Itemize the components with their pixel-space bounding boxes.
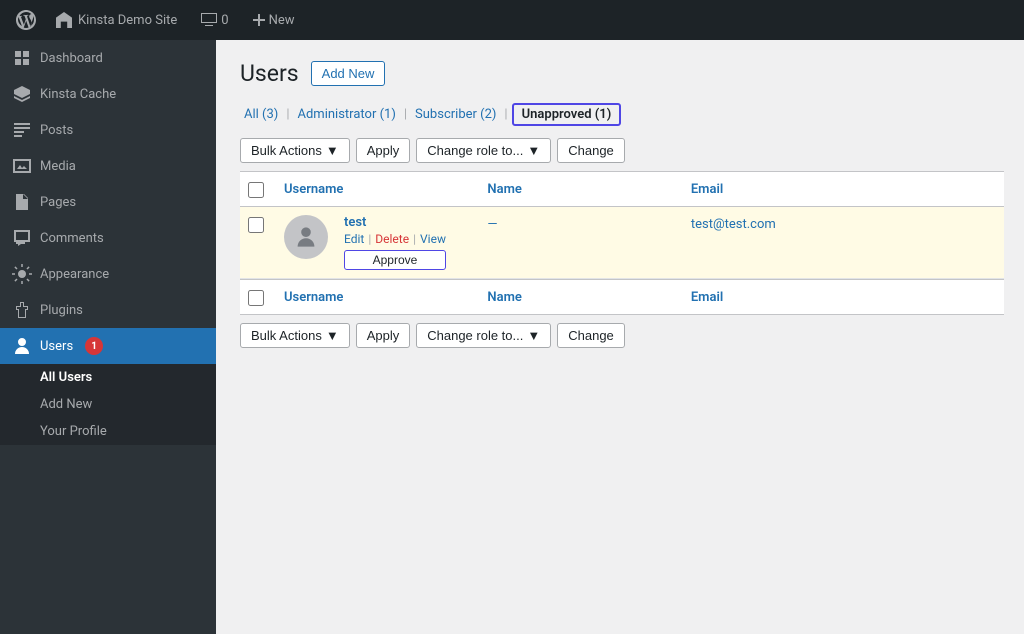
user-name-cell: — [487,215,690,232]
user-username-cell: test Edit | Delete | View Approve [284,215,487,270]
filter-unapproved[interactable]: Unapproved (1) [512,103,622,126]
sidebar-item-appearance[interactable]: Appearance [0,256,216,292]
user-name-label: test [344,215,446,230]
select-all-checkbox-bottom[interactable] [248,290,264,306]
dashboard-icon [12,48,32,68]
sidebar-item-media[interactable]: Media [0,148,216,184]
user-info: test Edit | Delete | View Approve [344,215,446,270]
header-checkbox-cell [248,180,284,198]
sidebar-label-kinsta: Kinsta Cache [40,87,116,102]
sidebar-item-pages[interactable]: Pages [0,184,216,220]
sidebar-label-pages: Pages [40,195,76,210]
admin-bar: Kinsta Demo Site 0 New [0,0,1024,40]
column-footer-username[interactable]: Username [284,290,487,305]
apply-button-top[interactable]: Apply [356,138,411,163]
sidebar-item-kinsta-cache[interactable]: Kinsta Cache [0,76,216,112]
plugins-icon [12,300,32,320]
submenu-all-users[interactable]: All Users [0,364,216,391]
posts-icon [12,120,32,140]
add-new-user-label: Add New [40,397,92,412]
main-content: Users Add New All (3) | Administrator (1… [216,40,1024,634]
page-header: Users Add New [240,60,1004,87]
pages-icon [12,192,32,212]
filter-subscriber[interactable]: Subscriber (2) [411,105,500,124]
column-footer-name: Name [487,290,690,305]
filter-administrator[interactable]: Administrator (1) [294,105,400,124]
row-checkbox[interactable] [248,217,264,233]
all-users-label: All Users [40,370,92,385]
change-role-dropdown[interactable]: Change role to... ▼ [416,138,551,163]
comments-count-label: 0 [221,13,228,28]
filter-all[interactable]: All (3) [240,105,282,124]
top-toolbar: Bulk Actions ▼ Apply Change role to... ▼… [240,138,1004,163]
page-title: Users [240,60,299,87]
sidebar-label-plugins: Plugins [40,303,83,318]
kinsta-icon [12,84,32,104]
approve-button[interactable]: Approve [344,250,446,270]
adminbar-new[interactable]: New [241,0,307,40]
sidebar-item-users[interactable]: Users 1 [0,328,216,364]
bottom-toolbar: Bulk Actions ▼ Apply Change role to... ▼… [240,323,1004,348]
footer-checkbox-cell [248,288,284,306]
sidebar-label-comments: Comments [40,231,104,246]
select-all-checkbox[interactable] [248,182,264,198]
table-row: test Edit | Delete | View Approve — [240,207,1004,279]
sidebar-item-plugins[interactable]: Plugins [0,292,216,328]
comments-icon [12,228,32,248]
sidebar: Dashboard Kinsta Cache Posts Media [0,40,216,634]
user-email-cell: test@test.com [691,215,996,232]
view-link[interactable]: View [420,232,446,246]
adminbar-site[interactable]: Kinsta Demo Site [44,0,189,40]
chevron-down-icon-2: ▼ [527,143,540,158]
users-icon [12,336,32,356]
sidebar-label-users: Users [40,339,73,354]
wp-logo[interactable] [8,0,44,40]
sidebar-label-media: Media [40,159,76,174]
row-checkbox-cell [248,215,284,233]
new-label: New [269,13,295,28]
chevron-down-icon: ▼ [326,143,339,158]
column-header-email: Email [691,182,996,197]
column-header-name: Name [487,182,690,197]
change-button-top[interactable]: Change [557,138,625,163]
chevron-down-icon-3: ▼ [326,328,339,343]
table-header: Username Name Email [240,171,1004,207]
sidebar-item-comments[interactable]: Comments [0,220,216,256]
chevron-down-icon-4: ▼ [527,328,540,343]
submenu-add-new[interactable]: Add New [0,391,216,418]
user-action-links: Edit | Delete | View [344,232,446,246]
appearance-icon [12,264,32,284]
table-footer-header: Username Name Email [240,279,1004,315]
your-profile-label: Your Profile [40,424,107,439]
add-new-button[interactable]: Add New [311,61,386,86]
apply-button-bottom[interactable]: Apply [356,323,411,348]
delete-link[interactable]: Delete [375,232,409,246]
sidebar-item-posts[interactable]: Posts [0,112,216,148]
change-button-bottom[interactable]: Change [557,323,625,348]
adminbar-comments[interactable]: 0 [189,0,240,40]
media-icon [12,156,32,176]
submenu-your-profile[interactable]: Your Profile [0,418,216,445]
change-role-dropdown-bottom[interactable]: Change role to... ▼ [416,323,551,348]
sidebar-label-dashboard: Dashboard [40,51,103,66]
sidebar-item-dashboard[interactable]: Dashboard [0,40,216,76]
column-footer-email: Email [691,290,996,305]
column-header-username[interactable]: Username [284,182,487,197]
edit-link[interactable]: Edit [344,232,364,246]
users-submenu: All Users Add New Your Profile [0,364,216,445]
users-badge: 1 [85,337,103,355]
bulk-actions-dropdown[interactable]: Bulk Actions ▼ [240,138,350,163]
sidebar-label-posts: Posts [40,123,73,138]
site-name-label: Kinsta Demo Site [78,13,177,28]
bulk-actions-dropdown-bottom[interactable]: Bulk Actions ▼ [240,323,350,348]
user-avatar [284,215,328,259]
filter-links: All (3) | Administrator (1) | Subscriber… [240,103,1004,126]
sidebar-label-appearance: Appearance [40,267,109,282]
